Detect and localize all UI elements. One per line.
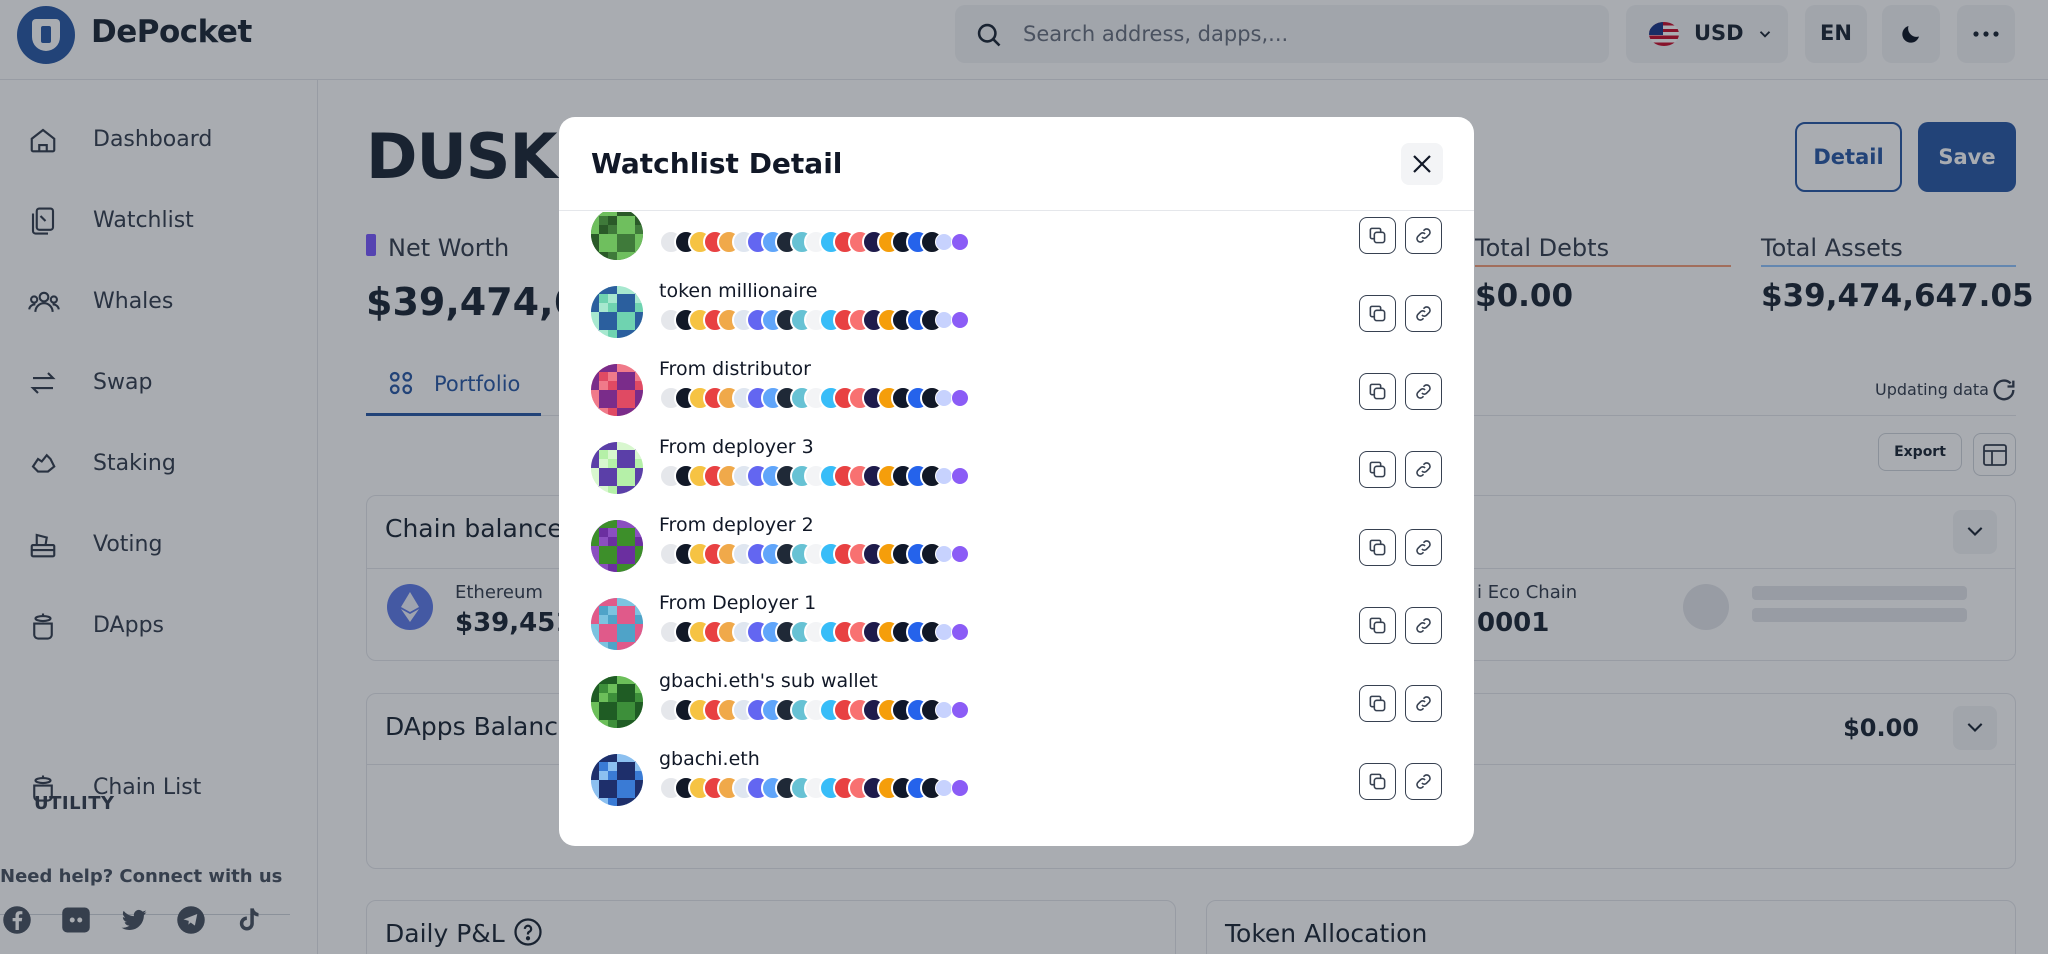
chain-icon xyxy=(934,311,953,329)
chain-icons-strip xyxy=(659,308,989,332)
watchlist-list[interactable]: token millionaire From distributor From de… xyxy=(559,212,1474,846)
watchlist-name: gbachi.eth's sub wallet xyxy=(659,670,878,692)
watchlist-name: From deployer 2 xyxy=(659,514,814,536)
watchlist-row[interactable]: From deployer 3 xyxy=(559,431,1474,509)
copy-icon xyxy=(1369,227,1386,244)
avatar xyxy=(591,520,643,572)
chain-icon xyxy=(934,545,953,563)
link-icon xyxy=(1416,228,1431,243)
watchlist-row[interactable]: token millionaire xyxy=(559,275,1474,353)
copy-icon xyxy=(1369,695,1386,712)
chain-icon xyxy=(950,701,969,719)
link-icon xyxy=(1416,306,1431,321)
watchlist-row[interactable]: From Deployer 1 xyxy=(559,587,1474,665)
link-icon xyxy=(1416,618,1431,633)
avatar xyxy=(591,598,643,650)
copy-address-button[interactable] xyxy=(1359,373,1396,410)
watchlist-row[interactable]: From distributor xyxy=(559,353,1474,431)
chain-icons-strip xyxy=(659,776,989,800)
open-link-button[interactable] xyxy=(1405,685,1442,722)
watchlist-name: gbachi.eth xyxy=(659,748,760,770)
chain-icons-strip xyxy=(659,386,989,410)
avatar xyxy=(591,676,643,728)
copy-address-button[interactable] xyxy=(1359,451,1396,488)
link-icon xyxy=(1416,696,1431,711)
open-link-button[interactable] xyxy=(1405,373,1442,410)
avatar xyxy=(591,754,643,806)
chain-icon xyxy=(934,623,953,641)
watchlist-row[interactable] xyxy=(559,212,1474,275)
copy-icon xyxy=(1369,617,1386,634)
copy-icon xyxy=(1369,383,1386,400)
open-link-button[interactable] xyxy=(1405,295,1442,332)
chain-icon xyxy=(950,233,969,251)
copy-address-button[interactable] xyxy=(1359,217,1396,254)
open-link-button[interactable] xyxy=(1405,529,1442,566)
open-link-button[interactable] xyxy=(1405,763,1442,800)
modal-title: Watchlist Detail xyxy=(591,147,843,180)
chain-icons-strip xyxy=(659,230,989,254)
watchlist-row[interactable]: gbachi.eth's sub wallet xyxy=(559,665,1474,743)
link-icon xyxy=(1416,462,1431,477)
chain-icon xyxy=(950,545,969,563)
close-icon xyxy=(1413,155,1431,173)
chain-icons-strip xyxy=(659,464,989,488)
copy-address-button[interactable] xyxy=(1359,607,1396,644)
chain-icon xyxy=(934,467,953,485)
avatar xyxy=(591,212,643,260)
open-link-button[interactable] xyxy=(1405,217,1442,254)
chain-icons-strip xyxy=(659,620,989,644)
avatar xyxy=(591,286,643,338)
link-icon xyxy=(1416,774,1431,789)
watchlist-name: From deployer 3 xyxy=(659,436,814,458)
watchlist-row[interactable]: gbachi.eth xyxy=(559,743,1474,821)
copy-address-button[interactable] xyxy=(1359,685,1396,722)
watchlist-name: From Deployer 1 xyxy=(659,592,817,614)
copy-icon xyxy=(1369,773,1386,790)
chain-icon xyxy=(950,467,969,485)
copy-icon xyxy=(1369,461,1386,478)
link-icon xyxy=(1416,540,1431,555)
chain-icon xyxy=(950,311,969,329)
chain-icon xyxy=(934,233,953,251)
watchlist-name: From distributor xyxy=(659,358,811,380)
copy-address-button[interactable] xyxy=(1359,529,1396,566)
close-button[interactable] xyxy=(1401,143,1443,185)
chain-icon xyxy=(950,779,969,797)
open-link-button[interactable] xyxy=(1405,607,1442,644)
chain-icon xyxy=(934,389,953,407)
chain-icon xyxy=(934,779,953,797)
watchlist-detail-modal: Watchlist Detail token millionaire From d… xyxy=(559,117,1474,846)
copy-icon xyxy=(1369,305,1386,322)
copy-icon xyxy=(1369,539,1386,556)
chain-icons-strip xyxy=(659,698,989,722)
chain-icon xyxy=(934,701,953,719)
chain-icon xyxy=(950,389,969,407)
copy-address-button[interactable] xyxy=(1359,763,1396,800)
copy-address-button[interactable] xyxy=(1359,295,1396,332)
watchlist-name: token millionaire xyxy=(659,280,818,302)
chain-icons-strip xyxy=(659,542,989,566)
chain-icon xyxy=(950,623,969,641)
modal-header: Watchlist Detail xyxy=(559,117,1474,211)
link-icon xyxy=(1416,384,1431,399)
avatar xyxy=(591,364,643,416)
watchlist-row[interactable]: From deployer 2 xyxy=(559,509,1474,587)
avatar xyxy=(591,442,643,494)
open-link-button[interactable] xyxy=(1405,451,1442,488)
